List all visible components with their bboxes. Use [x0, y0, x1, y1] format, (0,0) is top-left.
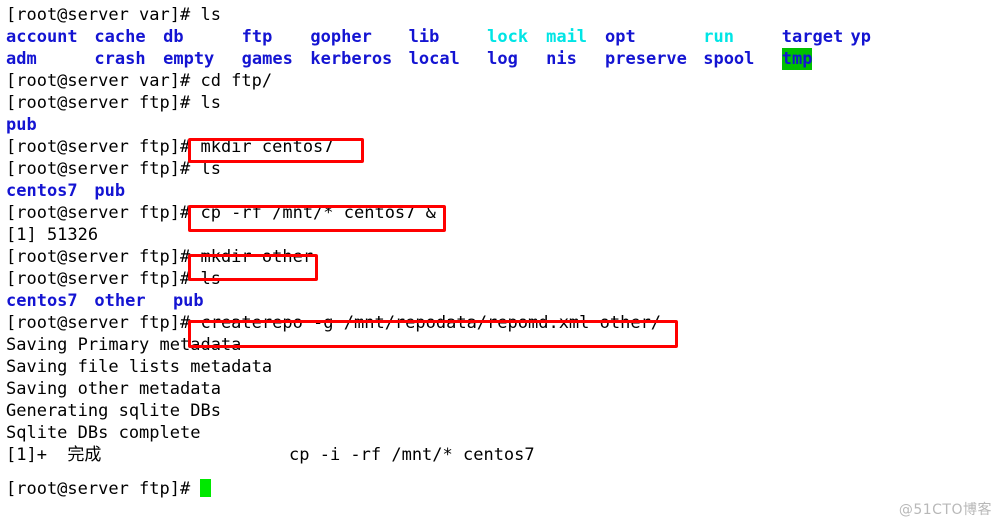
shell-prompt: [root@server ftp]# [6, 137, 201, 157]
output-text: Saving file lists metadata [6, 357, 273, 377]
shell-prompt: [root@server ftp]# [6, 479, 201, 499]
ls-entry-pub: pub [6, 115, 37, 135]
terminal-command-line: [root@server ftp]# ls [6, 92, 221, 114]
shell-prompt: [root@server ftp]# [6, 247, 201, 267]
watermark: @51CTO博客 [898, 502, 992, 518]
terminal-output-line: Sqlite DBs complete [6, 422, 200, 444]
shell-command[interactable]: ls [200, 5, 220, 25]
ls-entry-cache: cache [94, 27, 146, 47]
ls-entry-lib: lib [408, 27, 440, 47]
ls-entry-run: run [703, 27, 734, 47]
terminal-output-line: [1] 51326 [6, 224, 98, 246]
ls-entry-preserve: preserve [605, 49, 687, 69]
terminal-command-line: [root@server ftp]# createrepo -g /mnt/re… [6, 312, 661, 334]
shell-prompt: [root@server ftp]# [6, 93, 201, 113]
ls-output-row: account cache db ftp gopher lib lock mail opt run… [6, 26, 996, 48]
shell-command[interactable]: cd ftp/ [200, 71, 272, 91]
terminal-command-line: [root@server var]# ls [6, 4, 221, 26]
ls-entry-centos7: centos7 [6, 181, 78, 201]
ls-output-row: centos7 pub [6, 180, 996, 202]
ls-entry-spool: spool [703, 49, 755, 69]
output-text: Generating sqlite DBs [6, 401, 221, 421]
shell-command[interactable]: ls [200, 93, 220, 113]
active-prompt-line: [root@server ftp]# [6, 478, 212, 500]
ls-entry-local: local [408, 49, 460, 69]
ls-entry-pub: pub [94, 181, 126, 201]
ls-entry-kerberos: kerberos [310, 49, 393, 69]
shell-prompt: [root@server ftp]# [6, 203, 201, 223]
ls-output-row: centos7 other pub [6, 290, 996, 312]
terminal-command-line: [root@server ftp]# cp -rf /mnt/* centos7… [6, 202, 436, 224]
shell-command[interactable]: mkdir other [200, 247, 313, 267]
ls-entry-log: log [487, 49, 518, 69]
ls-entry-other: other [94, 291, 146, 311]
ls-entry-empty: empty [163, 49, 215, 69]
text-cursor[interactable] [200, 479, 212, 497]
ls-entry-ftp: ftp [241, 27, 273, 47]
shell-prompt: [root@server ftp]# [6, 269, 201, 289]
terminal-screen: [root@server var]# ls account cache db ftp go… [0, 0, 1004, 527]
shell-command[interactable]: ls [200, 269, 220, 289]
ls-entry-crash: crash [94, 49, 146, 69]
ls-entry-nis: nis [546, 49, 577, 69]
terminal-command-line: [root@server var]# cd ftp/ [6, 70, 272, 92]
ls-entry-pub: pub [172, 291, 204, 311]
shell-prompt: [root@server ftp]# [6, 159, 201, 179]
output-text: Saving other metadata [6, 379, 221, 399]
ls-entry-opt: opt [605, 27, 636, 47]
shell-prompt: [root@server var]# [6, 71, 201, 91]
ls-entry-account: account [6, 27, 78, 47]
ls-entry-games: games [241, 49, 293, 69]
shell-command[interactable]: createrepo -g /mnt/repodata/repomd.xml o… [200, 313, 661, 333]
terminal-command-line: [root@server ftp]# ls [6, 158, 221, 180]
terminal-command-line: [root@server ftp]# mkdir other [6, 246, 313, 268]
job-status-line: [1]+ 完成 cp -i -rf /mnt/* centos7 [6, 444, 996, 466]
terminal-output-line: Saving file lists metadata [6, 356, 272, 378]
shell-prompt: [root@server var]# [6, 5, 201, 25]
ls-output-row: pub [6, 114, 996, 136]
terminal-command-line: [root@server ftp]# ls [6, 268, 221, 290]
ls-entry-adm: adm [6, 49, 37, 69]
ls-entry-yp: yp [850, 27, 871, 47]
ls-output-row: adm crash empty games kerberos local log nis pre… [6, 48, 996, 70]
output-text: Saving Primary metadata [6, 335, 242, 355]
terminal-command-line: [root@server ftp]# mkdir centos7 [6, 136, 334, 158]
ls-entry-tmp: tmp [781, 48, 813, 70]
shell-command[interactable]: ls [200, 159, 220, 179]
ls-entry-db: db [163, 27, 184, 47]
terminal-output-line: Saving Primary metadata [6, 334, 241, 356]
shell-prompt: [root@server ftp]# [6, 313, 201, 333]
ls-entry-centos7: centos7 [6, 291, 78, 311]
terminal-output-line: Saving other metadata [6, 378, 221, 400]
shell-command[interactable]: mkdir centos7 [200, 137, 333, 157]
job-status-label: [1]+ 完成 [6, 445, 102, 465]
ls-entry-lock: lock [487, 27, 529, 47]
ls-entry-target: target [781, 27, 844, 47]
ls-entry-mail: mail [546, 27, 588, 47]
output-text: [1] 51326 [6, 225, 99, 245]
terminal-output-line: Generating sqlite DBs [6, 400, 221, 422]
output-text: Sqlite DBs complete [6, 423, 201, 443]
job-status-command: cp -i -rf /mnt/* centos7 [289, 445, 535, 465]
ls-entry-gopher: gopher [310, 27, 372, 47]
shell-command[interactable]: cp -rf /mnt/* centos7 & [200, 203, 435, 223]
